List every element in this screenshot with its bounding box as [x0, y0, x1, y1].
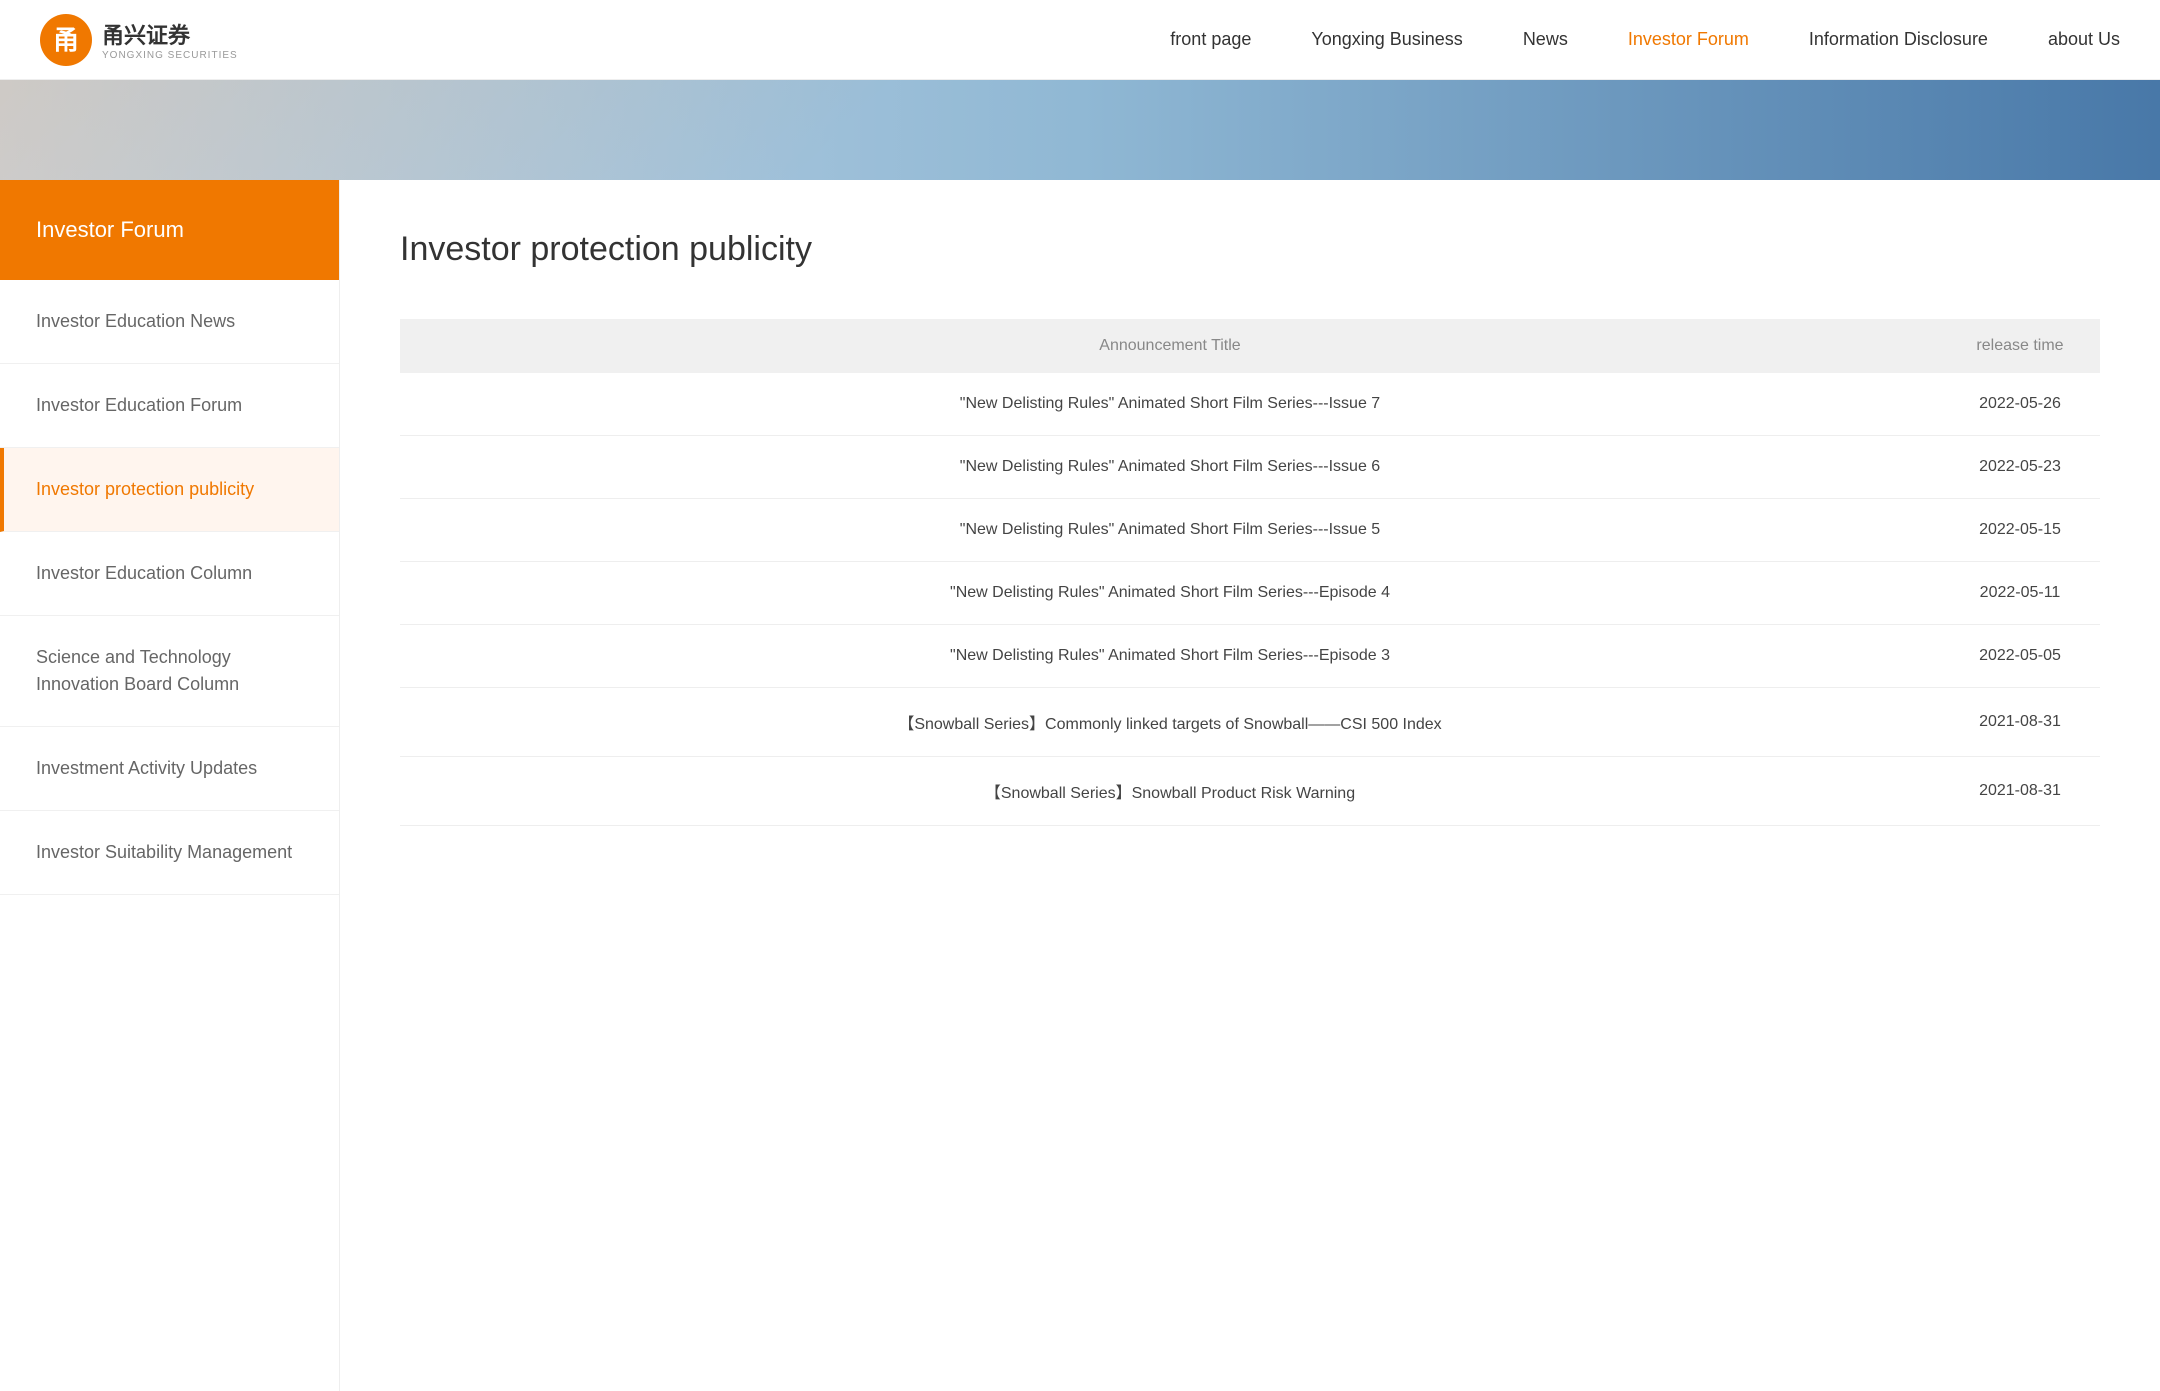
table-row[interactable]: "New Delisting Rules" Animated Short Fil… [400, 562, 2100, 625]
logo-area: 甬 甬兴证券 YONGXING SECURITIES [40, 14, 238, 66]
table-cell-date: 2022-05-11 [1940, 562, 2100, 625]
table-cell-title: 【Snowball Series】Commonly linked targets… [400, 688, 1940, 757]
table-cell-date: 2022-05-05 [1940, 625, 2100, 688]
sidebar-item-investor-education-forum[interactable]: Investor Education Forum [0, 364, 339, 448]
table-row[interactable]: "New Delisting Rules" Animated Short Fil… [400, 373, 2100, 436]
nav-item-information-disclosure[interactable]: Information Disclosure [1809, 29, 1988, 50]
sidebar: Investor Forum Investor Education News I… [0, 180, 340, 1391]
table-cell-title: "New Delisting Rules" Animated Short Fil… [400, 436, 1940, 499]
table-header-row: Announcement Title release time [400, 319, 2100, 373]
content-area: Investor protection publicity Announceme… [340, 180, 2160, 1391]
logo-icon: 甬 [40, 14, 92, 66]
col-release-time: release time [1940, 319, 2100, 373]
table-row[interactable]: 【Snowball Series】Commonly linked targets… [400, 688, 2100, 757]
table-cell-title: "New Delisting Rules" Animated Short Fil… [400, 625, 1940, 688]
header: 甬 甬兴证券 YONGXING SECURITIES front page Yo… [0, 0, 2160, 80]
table-cell-date: 2022-05-15 [1940, 499, 2100, 562]
nav-item-front-page[interactable]: front page [1170, 29, 1251, 50]
nav-item-news[interactable]: News [1523, 29, 1568, 50]
sidebar-item-science-technology-board[interactable]: Science and Technology Innovation Board … [0, 616, 339, 727]
hero-banner [0, 80, 2160, 180]
table-cell-title: 【Snowball Series】Snowball Product Risk W… [400, 757, 1940, 826]
page-title: Investor protection publicity [400, 230, 2100, 269]
svg-text:甬: 甬 [53, 25, 79, 55]
nav-item-yongxing-business[interactable]: Yongxing Business [1311, 29, 1462, 50]
announcement-table: Announcement Title release time "New Del… [400, 319, 2100, 826]
logo-cn: 甬兴证券 [102, 18, 238, 50]
table-cell-title: "New Delisting Rules" Animated Short Fil… [400, 562, 1940, 625]
table-cell-date: 2021-08-31 [1940, 688, 2100, 757]
sidebar-item-investor-protection-publicity[interactable]: Investor protection publicity [0, 448, 339, 532]
nav-item-investor-forum[interactable]: Investor Forum [1628, 29, 1749, 50]
main-nav: front page Yongxing Business News Invest… [298, 29, 2120, 50]
table-row[interactable]: "New Delisting Rules" Animated Short Fil… [400, 625, 2100, 688]
sidebar-header-label: Investor Forum [36, 217, 184, 243]
sidebar-item-investment-activity-updates[interactable]: Investment Activity Updates [0, 727, 339, 811]
col-announcement-title: Announcement Title [400, 319, 1940, 373]
sidebar-header: Investor Forum [0, 180, 339, 280]
table-cell-date: 2022-05-23 [1940, 436, 2100, 499]
sidebar-menu: Investor Education News Investor Educati… [0, 280, 339, 895]
sidebar-item-investor-education-column[interactable]: Investor Education Column [0, 532, 339, 616]
table-row[interactable]: "New Delisting Rules" Animated Short Fil… [400, 436, 2100, 499]
table-cell-date: 2021-08-31 [1940, 757, 2100, 826]
table-row[interactable]: 【Snowball Series】Snowball Product Risk W… [400, 757, 2100, 826]
sidebar-item-investor-education-news[interactable]: Investor Education News [0, 280, 339, 364]
table-cell-title: "New Delisting Rules" Animated Short Fil… [400, 373, 1940, 436]
main-container: Investor Forum Investor Education News I… [0, 180, 2160, 1391]
table-cell-title: "New Delisting Rules" Animated Short Fil… [400, 499, 1940, 562]
table-row[interactable]: "New Delisting Rules" Animated Short Fil… [400, 499, 2100, 562]
logo-en: YONGXING SECURITIES [102, 50, 238, 61]
nav-item-about-us[interactable]: about Us [2048, 29, 2120, 50]
logo-text: 甬兴证券 YONGXING SECURITIES [102, 18, 238, 61]
table-cell-date: 2022-05-26 [1940, 373, 2100, 436]
sidebar-item-investor-suitability-management[interactable]: Investor Suitability Management [0, 811, 339, 895]
